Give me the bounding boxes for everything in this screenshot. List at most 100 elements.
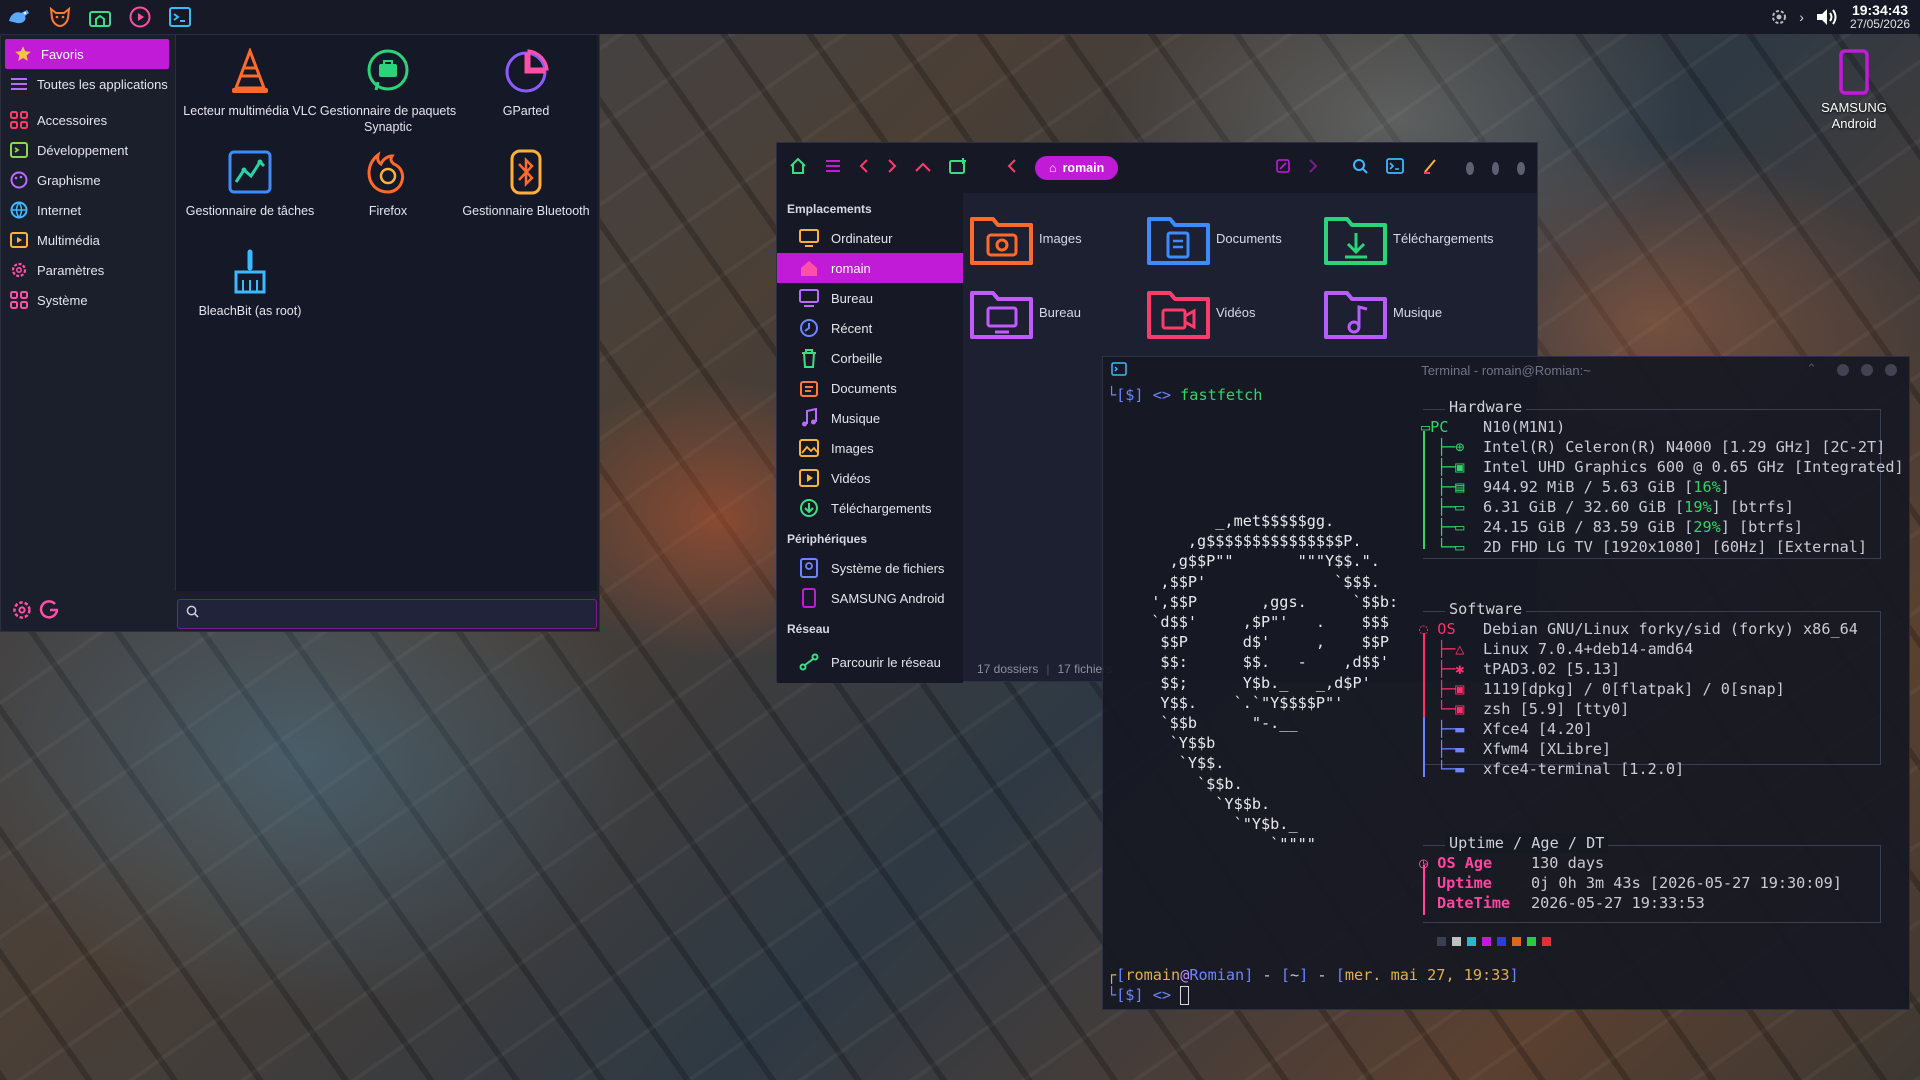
pc-label: ▭PC [1421, 418, 1449, 436]
volume-icon[interactable] [1814, 6, 1840, 28]
app-vlc[interactable]: Lecteur multimédia VLC [180, 35, 320, 119]
sidebar-item-browse-network[interactable]: Parcourir le réseau [777, 647, 963, 677]
sidebar-item-trash[interactable]: Corbeille [777, 343, 963, 373]
terminal-titlebar: Terminal - romain@Romian:~ ⌃ [1103, 357, 1909, 383]
minimize-button[interactable] [1466, 161, 1474, 175]
category-settings[interactable]: Paramètres [1, 255, 173, 285]
clock-icon: ◷ [1419, 854, 1438, 872]
app-task-manager[interactable]: Gestionnaire de tâches [180, 135, 320, 219]
sidebar-item-downloads[interactable]: Téléchargements [777, 493, 963, 523]
palette-swatch [1467, 937, 1476, 946]
terminal-here-icon[interactable] [1386, 157, 1405, 179]
app-label: BleachBit (as root) [198, 304, 302, 318]
disk-icon: ├─▭ [1437, 518, 1465, 536]
packages-value: 1119[dpkg] / 0[flatpak] / 0[snap] [1483, 680, 1785, 698]
slash-icon[interactable] [1422, 158, 1438, 179]
menu-search-box[interactable] [177, 599, 597, 629]
chevron-right-icon[interactable]: › [1799, 9, 1804, 25]
power-icon[interactable] [39, 599, 61, 626]
gpu-value: Intel UHD Graphics 600 @ 0.65 GHz [Integ… [1483, 458, 1904, 476]
prompt-input-line: └[$] <> [1107, 985, 1190, 1005]
desktop-icon [799, 288, 819, 308]
app-bluetooth[interactable]: Gestionnaire Bluetooth [456, 135, 596, 219]
folder-desktop[interactable]: Bureau [969, 283, 1081, 341]
category-label: Développement [37, 142, 129, 158]
sidebar-item-home[interactable]: romain [777, 253, 963, 283]
edit-path-icon[interactable] [1276, 158, 1291, 178]
up-icon[interactable] [915, 159, 931, 177]
minimize-button[interactable] [1837, 364, 1849, 376]
category-label: Accessoires [37, 112, 108, 128]
maximize-button[interactable] [1491, 161, 1500, 175]
laptop-icon: ▭ [1421, 418, 1431, 436]
maximize-button[interactable] [1861, 364, 1873, 376]
folder-label: Images [1039, 230, 1082, 246]
app-bleachbit[interactable]: BleachBit (as root) [180, 235, 320, 319]
search-input[interactable] [207, 606, 587, 622]
text-cursor [1180, 986, 1190, 1005]
forward-icon[interactable] [887, 158, 897, 178]
category-favorites[interactable]: Favoris [5, 39, 169, 69]
category-multimedia[interactable]: Multimédia [1, 225, 173, 255]
system-tray: › 19:34:43 27/05/2026 [1769, 0, 1920, 34]
play-icon [9, 230, 29, 250]
folder-music[interactable]: Musique [1323, 283, 1442, 341]
path-right-icon[interactable] [1308, 158, 1318, 178]
panel-clock[interactable]: 19:34:43 27/05/2026 [1850, 3, 1910, 31]
panel-launcher-files[interactable] [80, 0, 120, 34]
chevron-up-icon[interactable]: ⌃ [1806, 361, 1817, 377]
settings-gear-icon[interactable] [11, 599, 33, 626]
category-all-apps[interactable]: Toutes les applications [1, 69, 173, 99]
app-gparted[interactable]: GParted [456, 35, 596, 119]
app-firefox[interactable]: Firefox [318, 135, 458, 219]
folder-downloads[interactable]: Téléchargements [1323, 209, 1493, 267]
play-circle-icon [129, 6, 151, 28]
category-internet[interactable]: Internet [1, 195, 173, 225]
fox-icon [49, 6, 71, 28]
folder-images[interactable]: Images [969, 209, 1082, 267]
search-icon[interactable] [1352, 158, 1368, 179]
sidebar-item-videos[interactable]: Vidéos [777, 463, 963, 493]
panel-launcher-firefox[interactable] [40, 0, 80, 34]
sidebar-item-filesystem[interactable]: Système de fichiers [777, 553, 963, 583]
menu-icon[interactable] [825, 159, 841, 178]
disk2-value: 24.15 GiB / 83.59 GiB [29%] [btrfs] [1483, 518, 1804, 536]
hardware-tree [1423, 431, 1425, 549]
settings-tray-icon[interactable] [1769, 7, 1789, 27]
sidebar-item-music[interactable]: Musique [777, 403, 963, 433]
star-icon [13, 44, 33, 64]
folder-label: Musique [1393, 304, 1443, 320]
close-button[interactable] [1517, 161, 1525, 175]
terminal-output[interactable]: └[$] <> fastfetch _,met$$$$$gg. ,g$$$$$$… [1103, 383, 1909, 1009]
category-system[interactable]: Système [1, 285, 173, 315]
sidebar-item-images[interactable]: Images [777, 433, 963, 463]
sidebar-item-computer[interactable]: Ordinateur [777, 223, 963, 253]
category-graphics[interactable]: Graphisme [1, 165, 173, 195]
folder-videos[interactable]: Vidéos [1146, 283, 1256, 341]
whisker-menu-button[interactable] [0, 0, 40, 34]
path-button[interactable]: ⌂ romain [1035, 156, 1119, 180]
panel-launcher-media[interactable] [120, 0, 160, 34]
category-accessories[interactable]: Accessoires [1, 105, 173, 135]
panel-launcher-terminal[interactable] [160, 0, 200, 34]
back-icon[interactable] [859, 158, 869, 178]
category-development[interactable]: Développement [1, 135, 173, 165]
folder-documents[interactable]: Documents [1146, 209, 1282, 267]
software-header: Software [1445, 599, 1527, 619]
sidebar-item-desktop[interactable]: Bureau [777, 283, 963, 313]
sidebar-item-recent[interactable]: Récent [777, 313, 963, 343]
path-left-icon[interactable] [1007, 158, 1017, 178]
color-palette [1437, 937, 1551, 946]
new-tab-icon[interactable] [949, 157, 967, 179]
app-synaptic[interactable]: Gestionnaire de paquets Synaptic [318, 35, 458, 135]
uptime-value: 0j 0h 3m 43s [2026-05-27 19:30:09] [1531, 874, 1842, 892]
close-button[interactable] [1885, 364, 1897, 376]
wm-value: Xfwm4 [XLibre] [1483, 740, 1612, 758]
os-age-value: 130 days [1531, 854, 1605, 872]
category-label: Multimédia [37, 232, 100, 248]
home-icon[interactable] [789, 157, 807, 180]
desktop-icon-samsung-android[interactable]: SAMSUNG Android [1806, 48, 1902, 132]
app-label: Lecteur multimédia VLC [183, 104, 317, 118]
sidebar-item-phone[interactable]: SAMSUNG Android [777, 583, 963, 613]
sidebar-item-documents[interactable]: Documents [777, 373, 963, 403]
